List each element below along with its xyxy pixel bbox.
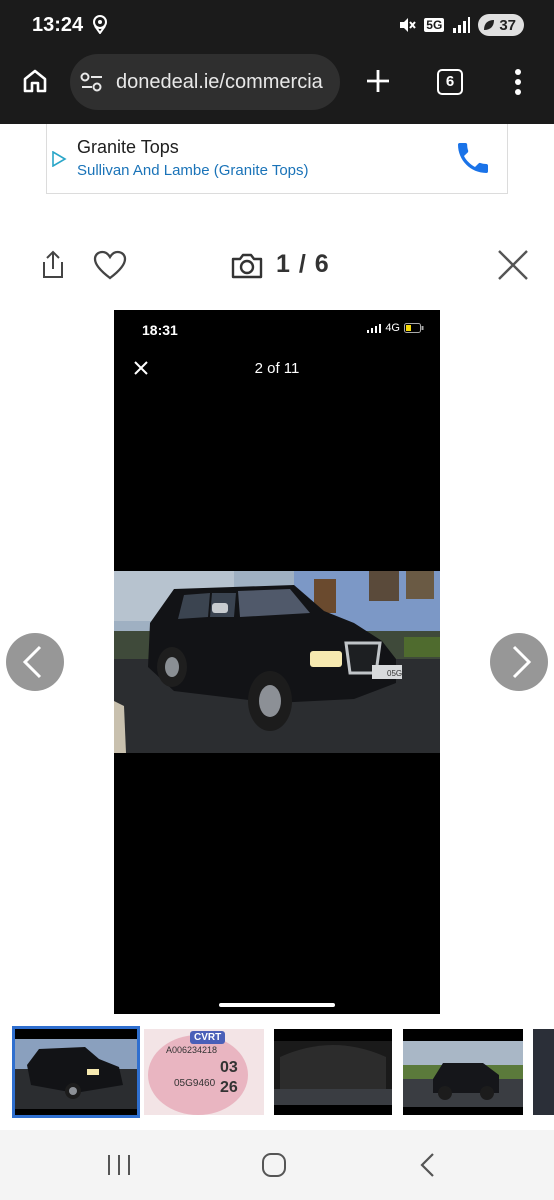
- next-photo-button[interactable]: [490, 633, 548, 691]
- photo-phone-status: 4G: [367, 322, 424, 334]
- close-icon[interactable]: [496, 248, 530, 282]
- status-icons: 5G 37: [398, 13, 524, 37]
- battery-saver-icon: [484, 20, 495, 30]
- license-plate: 05G: [387, 669, 402, 678]
- pickup-truck-image: 05G: [114, 571, 440, 753]
- ad-banner[interactable]: Granite Tops Sullivan And Lambe (Granite…: [46, 124, 508, 194]
- site-settings-icon[interactable]: [80, 72, 104, 92]
- thumbnail-2[interactable]: CVRT A006234218 03 05G9460 26: [144, 1029, 264, 1115]
- ad-title: Granite Tops: [77, 137, 179, 157]
- recent-apps-icon[interactable]: [106, 1153, 132, 1177]
- thumbnail-5[interactable]: [533, 1029, 554, 1115]
- system-navigation-bar: [0, 1130, 554, 1200]
- chevron-right-icon: [512, 645, 532, 679]
- mute-icon: [400, 18, 417, 32]
- menu-icon[interactable]: [512, 68, 524, 96]
- battery-level: 37: [499, 16, 516, 34]
- photo-home-indicator: [219, 1003, 335, 1007]
- home-icon[interactable]: [22, 68, 48, 94]
- cvrt-plate: 05G9460: [174, 1078, 216, 1089]
- thumbnail-4[interactable]: [403, 1029, 523, 1115]
- heart-icon[interactable]: [93, 250, 127, 280]
- phone-icon[interactable]: [453, 138, 493, 178]
- thumbnail-strip: CVRT A006234218 03 05G9460 26: [0, 1026, 554, 1120]
- battery-indicator: 37: [478, 14, 524, 36]
- address-bar[interactable]: donedeal.ie/commercia: [70, 54, 340, 110]
- home-button-icon[interactable]: [261, 1152, 287, 1178]
- photo-network-label: 4G: [385, 322, 400, 334]
- photo-battery-icon: [404, 323, 424, 333]
- photo-counter: 1 / 6: [276, 250, 330, 278]
- tab-count: 6: [445, 73, 455, 90]
- cvrt-year: 26: [220, 1079, 238, 1096]
- new-tab-icon[interactable]: [365, 68, 391, 94]
- back-icon[interactable]: [418, 1152, 438, 1178]
- thumbnail-1[interactable]: [12, 1026, 140, 1118]
- photo-phone-time: 18:31: [142, 322, 178, 338]
- clock: 13:24: [32, 14, 84, 36]
- cvrt-number: A006234218: [166, 1045, 218, 1055]
- cvrt-label: CVRT: [190, 1031, 226, 1044]
- camera-icon: [231, 253, 263, 279]
- previous-photo-button[interactable]: [6, 633, 64, 691]
- chevron-left-icon: [22, 645, 42, 679]
- ad-subtitle: Sullivan And Lambe (Granite Tops): [77, 162, 309, 179]
- photo-position-label: 2 of 11: [254, 360, 300, 377]
- network-label: 5G: [424, 18, 445, 32]
- main-photo[interactable]: 18:31 4G 2 of 11 05G: [114, 310, 440, 1014]
- tab-switcher-button[interactable]: 6: [437, 69, 463, 95]
- signal-icon: [453, 17, 471, 33]
- location-icon: [93, 15, 107, 34]
- photo-signal-icon: [367, 323, 382, 333]
- share-icon[interactable]: [40, 250, 66, 280]
- browser-toolbar: donedeal.ie/commercia 6: [0, 50, 554, 124]
- ad-choices-icon[interactable]: [51, 151, 67, 167]
- thumbnail-3[interactable]: [274, 1029, 392, 1115]
- status-bar: 13:24 5G 37: [0, 0, 554, 50]
- url-text: donedeal.ie/commercia: [116, 71, 323, 93]
- gallery-toolbar: 1 / 6: [0, 238, 554, 294]
- cvrt-month: 03: [220, 1059, 238, 1076]
